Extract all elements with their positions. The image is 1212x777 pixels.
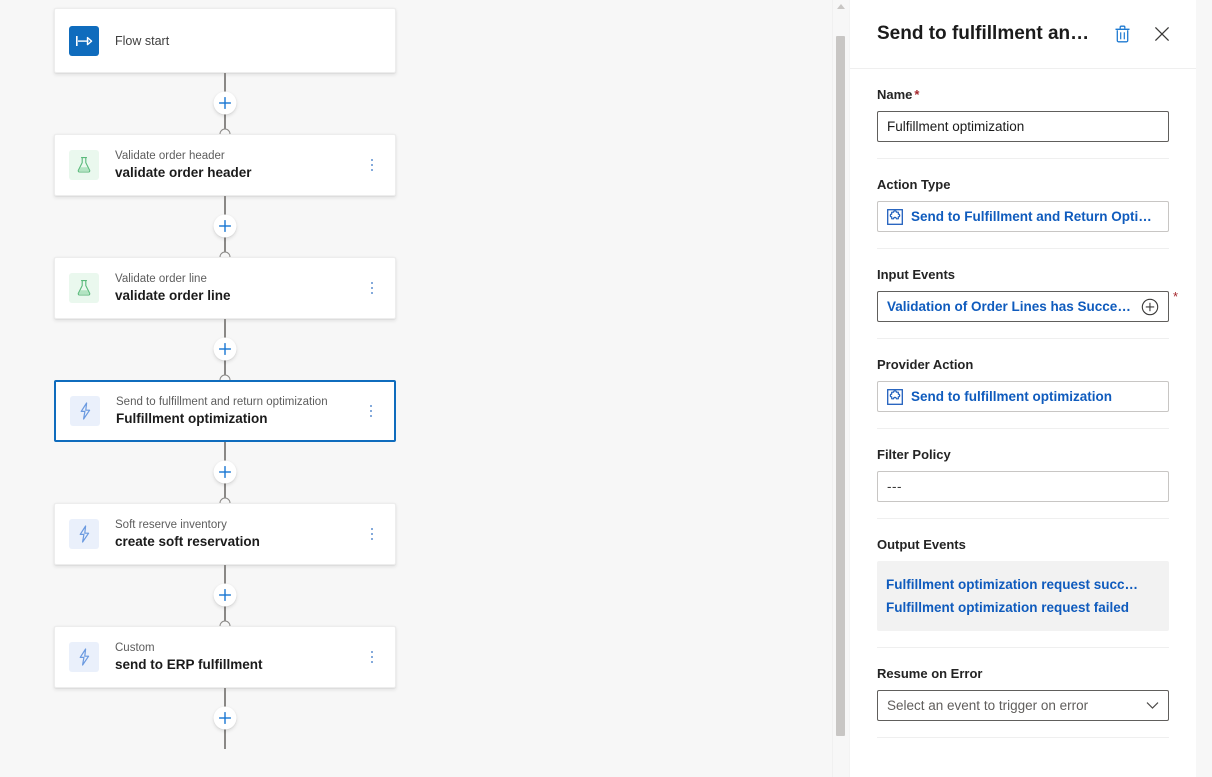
flow-node-subtitle: Custom [115,641,155,654]
add-step-button[interactable] [213,337,237,361]
lightning-bolt-icon [69,642,99,672]
flow-connector [54,442,396,509]
add-step-button[interactable] [213,214,237,238]
canvas-scrollbar[interactable] [832,0,848,777]
flow-graph: Flow start Validate order header validat… [54,0,396,749]
flow-node-title: Fulfillment optimization [116,410,268,426]
flow-node-create-soft-reservation[interactable]: Soft reserve inventory create soft reser… [54,503,396,565]
flow-node-text: Validate order line validate order line [115,272,363,305]
flask-icon [69,273,99,303]
flow-connector [54,565,396,632]
field-action-type: Action Type Send to Fulfillment and Retu… [877,159,1169,249]
flow-node-menu-button[interactable] [362,398,380,424]
flow-node-title: validate order header [115,164,252,180]
flow-node-text: Soft reserve inventory create soft reser… [115,518,363,551]
flow-connector [54,688,396,749]
flow-node-subtitle: Validate order line [115,272,207,285]
add-step-button[interactable] [213,460,237,484]
required-marker: * [914,87,920,102]
field-label-text: Name [877,87,913,102]
flow-connector [54,319,396,386]
flow-node-menu-button[interactable] [363,521,381,547]
field-name: Name * [877,69,1169,159]
input-events-value-box[interactable]: Validation of Order Lines has Succeed… [877,291,1169,322]
field-output-events: Output Events Fulfillment optimization r… [877,519,1169,648]
scroll-up-arrow-icon[interactable] [836,4,845,9]
chevron-down-icon [1146,697,1159,715]
puzzle-piece-icon [887,388,903,405]
flow-node-menu-button[interactable] [363,644,381,670]
flow-node-validate-order-header[interactable]: Validate order header validate order hea… [54,134,396,196]
flow-node-text: Custom send to ERP fulfillment [115,641,363,674]
flow-node-title: validate order line [115,287,231,303]
flow-connector [54,196,396,263]
close-button[interactable] [1146,18,1178,50]
field-resume-on-error: Resume on Error Select an event to trigg… [877,648,1169,738]
flow-node-text: Validate order header validate order hea… [115,149,363,182]
required-marker: * [1173,289,1179,304]
flask-icon [69,150,99,180]
add-step-button[interactable] [213,91,237,115]
flow-node-menu-button[interactable] [363,275,381,301]
puzzle-piece-icon [887,208,903,225]
flow-node-send-to-erp-fulfillment[interactable]: Custom send to ERP fulfillment [54,626,396,688]
flow-node-subtitle: Validate order header [115,149,225,162]
output-event-item[interactable]: Fulfillment optimization request succ… [886,573,1160,596]
field-label-output-events: Output Events [877,537,966,552]
field-label-input-events: Input Events [877,267,956,282]
flow-node-subtitle: Send to fulfillment and return optimizat… [116,395,328,408]
scrollbar-thumb[interactable] [836,36,845,736]
field-label-action-type: Action Type [877,177,951,192]
filter-policy-value-box[interactable]: --- [877,471,1169,502]
field-provider-action: Provider Action Send to fulfillment opti… [877,339,1169,429]
flow-node-menu-button[interactable] [363,152,381,178]
resume-on-error-placeholder: Select an event to trigger on error [887,698,1089,713]
input-events-value: Validation of Order Lines has Succeed… [887,299,1133,314]
field-input-events: Input Events Validation of Order Lines h… [877,249,1178,339]
flow-connector [54,73,396,140]
flow-node-text: Send to fulfillment and return optimizat… [116,395,362,428]
flow-node-subtitle: Soft reserve inventory [115,518,227,531]
field-filter-policy: Filter Policy --- [877,429,1169,519]
panel-right-gutter [1196,0,1212,777]
name-input[interactable] [877,111,1169,142]
add-step-button[interactable] [213,706,237,730]
field-label-name: Name * [877,87,1169,102]
flow-node-fulfillment-optimization[interactable]: Send to fulfillment and return optimizat… [54,380,396,442]
action-type-value: Send to Fulfillment and Return Optimiza… [911,209,1159,224]
flow-start-icon [69,25,99,56]
details-panel: Send to fulfillment an… Name * Fulfillme… [849,0,1196,777]
field-label-filter-policy: Filter Policy [877,447,951,462]
lightning-bolt-icon [70,396,100,426]
filter-policy-value: --- [887,479,902,494]
flow-canvas[interactable]: Flow start Validate order header validat… [0,0,832,777]
provider-action-value-box[interactable]: Send to fulfillment optimization [877,381,1169,412]
flow-node-title: create soft reservation [115,533,260,549]
output-events-list: Fulfillment optimization request succ… F… [877,561,1169,631]
resume-on-error-select[interactable]: Select an event to trigger on error [877,690,1169,721]
flow-node-validate-order-line[interactable]: Validate order line validate order line [54,257,396,319]
flow-node-title: Flow start [115,33,170,48]
input-events-row: Validation of Order Lines has Succeed… * [877,290,1178,322]
flow-node-title: send to ERP fulfillment [115,656,263,672]
page-title: Send to fulfillment an… [877,23,1090,44]
panel-header: Send to fulfillment an… [850,0,1196,69]
output-event-item[interactable]: Fulfillment optimization request failed [886,596,1160,619]
field-label-resume-on-error: Resume on Error [877,666,983,681]
app-root: Flow start Validate order header validat… [0,0,1212,777]
lightning-bolt-icon [69,519,99,549]
plus-circle-icon[interactable] [1141,298,1159,316]
flow-node-flow-start[interactable]: Flow start [54,8,396,73]
flow-node-text: Flow start [115,32,381,50]
delete-button[interactable] [1106,18,1138,50]
field-label-provider-action: Provider Action [877,357,974,372]
action-type-value-box[interactable]: Send to Fulfillment and Return Optimiza… [877,201,1169,232]
add-step-button[interactable] [213,583,237,607]
provider-action-value: Send to fulfillment optimization [911,389,1112,404]
panel-body: Name* Action Type Send to Fulfillment an… [850,69,1196,738]
